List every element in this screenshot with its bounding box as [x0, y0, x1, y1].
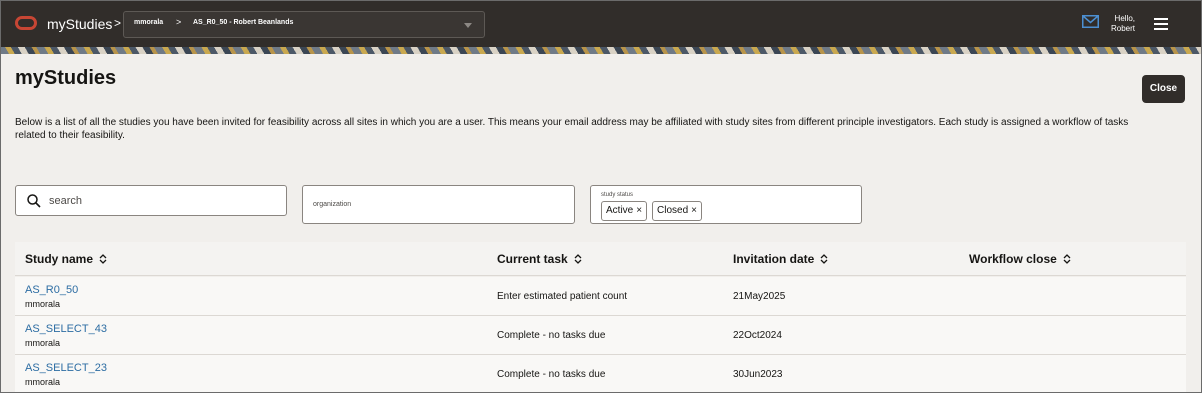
remove-chip-icon[interactable]: ×: [691, 205, 697, 216]
close-button[interactable]: Close: [1142, 75, 1185, 103]
column-header-workflow-close[interactable]: Workflow close: [969, 252, 1071, 266]
current-task: Complete - no tasks due: [497, 369, 606, 380]
search-icon: [27, 194, 41, 208]
sort-icon[interactable]: [820, 254, 828, 264]
sort-icon[interactable]: [574, 254, 582, 264]
search-input[interactable]: search: [15, 185, 287, 216]
column-header-current-task[interactable]: Current task: [497, 252, 582, 266]
study-owner: mmorala: [25, 338, 61, 348]
status-chip-closed: Closed ×: [652, 201, 702, 221]
search-placeholder: search: [49, 195, 83, 207]
top-bar: myStudies > mmorala > AS_R0_50 - Robert …: [1, 1, 1201, 47]
breadcrumb-study[interactable]: AS_R0_50 - Robert Beanlands: [193, 19, 293, 26]
invitation-date: 21May2025: [733, 291, 786, 302]
table-header: Study name Current task Invitation date …: [15, 242, 1186, 276]
chevron-down-icon[interactable]: [464, 23, 472, 28]
app-title[interactable]: myStudies: [47, 16, 112, 32]
oracle-logo-icon[interactable]: [15, 16, 37, 30]
study-name-link[interactable]: AS_SELECT_23: [25, 362, 107, 374]
breadcrumb-user[interactable]: mmorala: [134, 19, 163, 26]
decorative-pattern-band: [1, 47, 1201, 54]
sort-icon[interactable]: [1063, 254, 1071, 264]
table-row: AS_R0_50 mmorala Enter estimated patient…: [15, 277, 1186, 316]
study-owner: mmorala: [25, 377, 61, 387]
table-row: AS_SELECT_43 mmorala Complete - no tasks…: [15, 316, 1186, 355]
table-row: AS_SELECT_23 mmorala Complete - no tasks…: [15, 355, 1186, 392]
current-task: Complete - no tasks due: [497, 330, 606, 341]
user-greeting[interactable]: Hello, Robert: [1109, 14, 1135, 34]
organization-placeholder: organization: [313, 201, 352, 208]
breadcrumb-separator: >: [114, 16, 122, 30]
current-task: Enter estimated patient count: [497, 291, 628, 302]
breadcrumb-separator: >: [176, 17, 182, 27]
breadcrumb-selector[interactable]: mmorala > AS_R0_50 - Robert Beanlands: [123, 11, 485, 38]
column-header-invitation-date[interactable]: Invitation date: [733, 252, 828, 266]
intro-text: Below is a list of all the studies you h…: [15, 117, 1129, 141]
study-status-label: study status: [601, 192, 634, 198]
remove-chip-icon[interactable]: ×: [636, 205, 642, 216]
organization-filter[interactable]: organization: [302, 185, 575, 224]
invitation-date: 30Jun2023: [733, 369, 783, 380]
invitation-date: 22Oct2024: [733, 330, 782, 341]
mail-icon[interactable]: [1082, 15, 1099, 28]
sort-icon[interactable]: [99, 254, 107, 264]
status-chip-active: Active ×: [601, 201, 648, 221]
study-name-link[interactable]: AS_R0_50: [25, 284, 78, 296]
hamburger-menu-icon[interactable]: [1154, 18, 1168, 30]
study-status-filter[interactable]: study status Active × Closed ×: [590, 185, 862, 224]
page-title: myStudies: [15, 67, 117, 89]
study-owner: mmorala: [25, 299, 61, 309]
study-name-link[interactable]: AS_SELECT_43: [25, 323, 107, 335]
column-header-study-name[interactable]: Study name: [25, 252, 107, 266]
